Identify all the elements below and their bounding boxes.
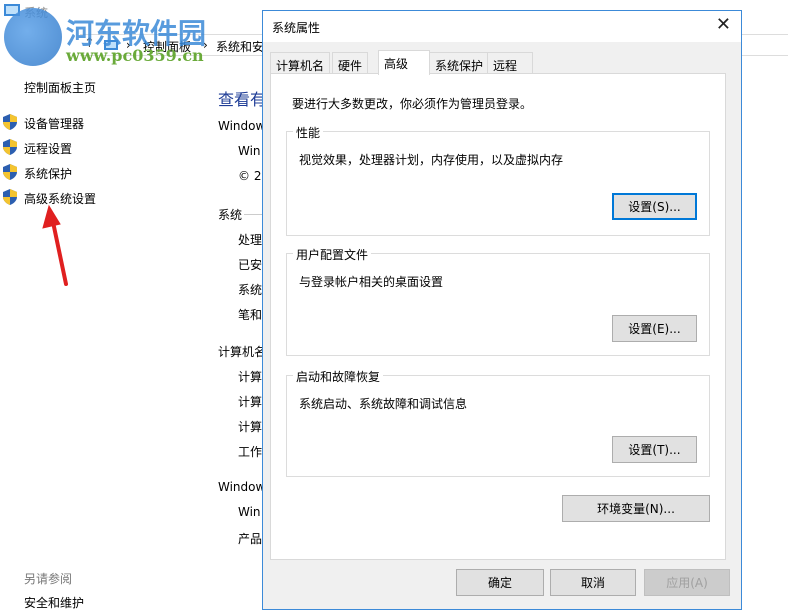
tab-computer-name[interactable]: 计算机名 bbox=[270, 52, 331, 74]
dialog-title: 系统属性 bbox=[272, 21, 321, 35]
group-label: 性能 bbox=[293, 124, 324, 141]
group-label: 用户配置文件 bbox=[293, 246, 372, 263]
close-icon[interactable]: ✕ bbox=[716, 14, 731, 35]
group-desc: 视觉效果，处理器计划，内存使用，以及虚拟内存 bbox=[299, 153, 564, 167]
group-desc: 与登录帐户相关的桌面设置 bbox=[299, 275, 444, 289]
performance-group: 性能 视觉效果，处理器计划，内存使用，以及虚拟内存 设置(S)... bbox=[286, 124, 710, 236]
performance-settings-button[interactable]: 设置(S)... bbox=[612, 193, 697, 220]
apply-button[interactable]: 应用(A) bbox=[644, 569, 730, 596]
environment-variables-button[interactable]: 环境变量(N)... bbox=[562, 495, 710, 522]
tab-system-protection[interactable]: 系统保护 bbox=[429, 52, 490, 74]
user-profiles-settings-button[interactable]: 设置(E)... bbox=[612, 315, 697, 342]
tab-remote[interactable]: 远程 bbox=[487, 52, 533, 74]
user-profiles-group: 用户配置文件 与登录帐户相关的桌面设置 设置(E)... bbox=[286, 246, 710, 356]
cancel-button[interactable]: 取消 bbox=[550, 569, 636, 596]
red-arrow-left bbox=[42, 204, 68, 286]
startup-recovery-settings-button[interactable]: 设置(T)... bbox=[612, 436, 697, 463]
group-label: 启动和故障恢复 bbox=[293, 368, 384, 385]
startup-recovery-group: 启动和故障恢复 系统启动、系统故障和调试信息 设置(T)... bbox=[286, 368, 710, 477]
system-properties-dialog: 系统属性 ✕ 计算机名 硬件 高级 系统保护 远程 要进行大多数更改，你必须作为… bbox=[262, 10, 742, 610]
admin-note: 要进行大多数更改，你必须作为管理员登录。 bbox=[292, 97, 533, 111]
dialog-title-bar[interactable]: 系统属性 ✕ bbox=[263, 11, 741, 42]
advanced-tab-panel: 要进行大多数更改，你必须作为管理员登录。 性能 视觉效果，处理器计划，内存使用，… bbox=[270, 73, 726, 560]
ok-button[interactable]: 确定 bbox=[456, 569, 544, 596]
tab-advanced[interactable]: 高级 bbox=[378, 50, 430, 75]
tab-hardware[interactable]: 硬件 bbox=[332, 52, 369, 74]
group-desc: 系统启动、系统故障和调试信息 bbox=[299, 397, 468, 411]
